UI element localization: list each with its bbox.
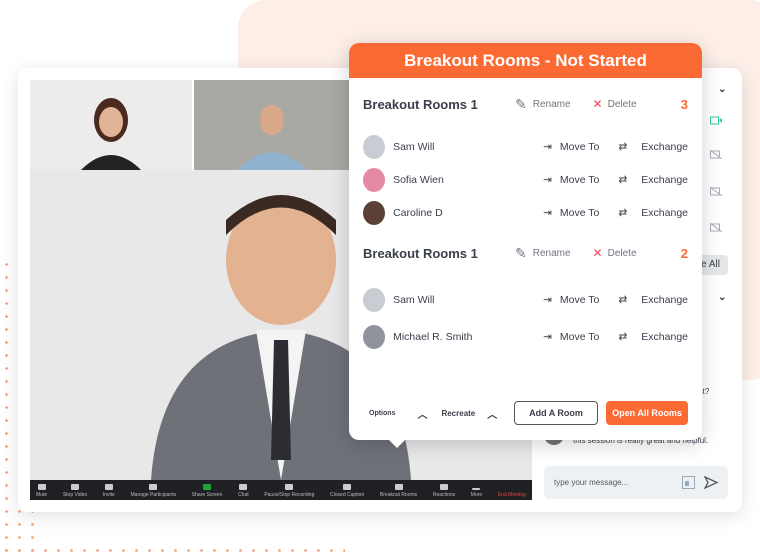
exchange-button[interactable]: ⇄ Exchange (618, 331, 688, 343)
invite-button[interactable]: Invite (103, 484, 115, 498)
dot-pattern (0, 544, 345, 558)
breakout-rooms-button[interactable]: Breakout Rooms (380, 484, 417, 498)
move-to-icon: ⇥ (543, 293, 552, 306)
closed-caption-button[interactable]: Closed Caption (330, 484, 364, 498)
recreate-button[interactable]: Recreate ︿ (441, 406, 497, 421)
move-to-button[interactable]: ⇥ Move To (543, 174, 618, 186)
member-row: Sam Will ⇥ Move To ⇄ Exchange (363, 130, 688, 163)
chevron-up-icon: ︿ (487, 409, 498, 421)
exchange-icon: ⇄ (618, 140, 628, 153)
chat-icon (239, 484, 248, 490)
move-to-button[interactable]: ⇥ Move To (543, 294, 618, 306)
recording-button[interactable]: Pause/Stop Recording (264, 484, 314, 498)
video-off-icon (710, 150, 722, 159)
share-screen-icon (203, 484, 212, 490)
exchange-button[interactable]: ⇄ Exchange (618, 294, 688, 306)
member-row: Caroline D ⇥ Move To ⇄ Exchange (363, 196, 688, 229)
delete-button[interactable]: ✕ Delete (593, 97, 637, 111)
add-room-button[interactable]: Add A Room (514, 401, 598, 425)
add-user-icon (104, 484, 113, 490)
avatar (363, 324, 386, 349)
move-to-icon: ⇥ (543, 330, 552, 343)
reactions-button[interactable]: Reactions (433, 484, 455, 498)
chevron-down-icon[interactable]: ⌄ (718, 292, 726, 303)
share-screen-button[interactable]: Share Screen (192, 484, 222, 498)
video-off-icon (710, 187, 722, 196)
participant-video-tile[interactable] (194, 80, 350, 170)
participants-icon (149, 484, 158, 490)
member-row: Sam Will ⇥ Move To ⇄ Exchange (363, 281, 688, 318)
video-on-icon (710, 116, 722, 125)
avatar (363, 134, 386, 159)
attachment-icon[interactable] (682, 476, 696, 489)
more-button[interactable]: More (471, 488, 482, 498)
open-all-rooms-button[interactable]: Open All Rooms (606, 401, 688, 425)
options-button[interactable]: Options ︿ (369, 406, 427, 421)
manage-participants-button[interactable]: Manage Participants (131, 484, 176, 498)
member-count: 3 (680, 96, 688, 112)
breakout-rooms-dialog: Breakout Rooms - Not Started Breakout Ro… (349, 43, 702, 448)
avatar (363, 200, 386, 225)
move-to-icon: ⇥ (543, 173, 552, 186)
close-icon: ✕ (592, 246, 603, 260)
grid-icon (394, 484, 403, 490)
breakout-room: Breakout Rooms 1 ✎ Rename ✕ Delete 2 Sam W… (363, 243, 688, 355)
move-to-button[interactable]: ⇥ Move To (543, 207, 618, 219)
avatar (363, 167, 386, 192)
move-to-button[interactable]: ⇥ Move To (543, 331, 618, 343)
pencil-icon: ✎ (515, 95, 527, 112)
member-count: 2 (680, 245, 688, 261)
dialog-title: Breakout Rooms - Not Started (349, 43, 702, 78)
move-to-icon: ⇥ (543, 206, 552, 219)
breakout-room: Breakout Rooms 1 ✎ Rename ✕ Delete 3 Sam W… (363, 94, 688, 229)
move-to-button[interactable]: ⇥ Move To (543, 141, 618, 153)
participant-video-tile[interactable] (30, 80, 192, 170)
send-icon[interactable] (704, 476, 718, 489)
move-to-icon: ⇥ (543, 140, 552, 153)
meeting-toolbar: Mute Stop Video Invite Manage Participan… (30, 480, 532, 500)
close-icon: ✕ (592, 97, 603, 111)
stop-video-button[interactable]: Stop Video (63, 484, 87, 498)
smiley-icon (439, 484, 448, 490)
avatar (363, 287, 386, 312)
cc-icon (343, 484, 352, 490)
room-name: Breakout Rooms 1 (363, 245, 478, 261)
member-row: Michael R. Smith ⇥ Move To ⇄ Exchange (363, 318, 688, 355)
exchange-icon: ⇄ (618, 173, 628, 186)
pause-stop-icon (285, 484, 294, 490)
exchange-button[interactable]: ⇄ Exchange (618, 141, 688, 153)
microphone-icon (37, 484, 46, 490)
chevron-down-icon[interactable]: ⌄ (718, 84, 726, 95)
exchange-button[interactable]: ⇄ Exchange (618, 174, 688, 186)
exchange-button[interactable]: ⇄ Exchange (618, 207, 688, 219)
room-name: Breakout Rooms 1 (363, 96, 478, 112)
rename-button[interactable]: ✎ Rename (515, 96, 571, 113)
chat-button[interactable]: Chat (238, 484, 249, 498)
video-off-icon (710, 223, 722, 232)
video-camera-icon (71, 484, 79, 490)
end-meeting-button[interactable]: End Meeting (498, 492, 526, 498)
pencil-icon: ✎ (515, 244, 527, 261)
exchange-icon: ⇄ (618, 293, 628, 306)
more-icon (472, 488, 481, 490)
delete-button[interactable]: ✕ Delete (593, 246, 637, 260)
exchange-icon: ⇄ (618, 330, 628, 343)
member-row: Sofia Wien ⇥ Move To ⇄ Exchange (363, 163, 688, 196)
chat-message-input[interactable]: type your message... (544, 466, 728, 499)
dialog-footer: Options ︿ Recreate ︿ Add A Room Open All R… (369, 401, 688, 425)
rename-button[interactable]: ✎ Rename (515, 245, 571, 262)
mute-button[interactable]: Mute (36, 484, 47, 498)
exchange-icon: ⇄ (618, 206, 628, 219)
chevron-up-icon: ︿ (417, 409, 428, 421)
